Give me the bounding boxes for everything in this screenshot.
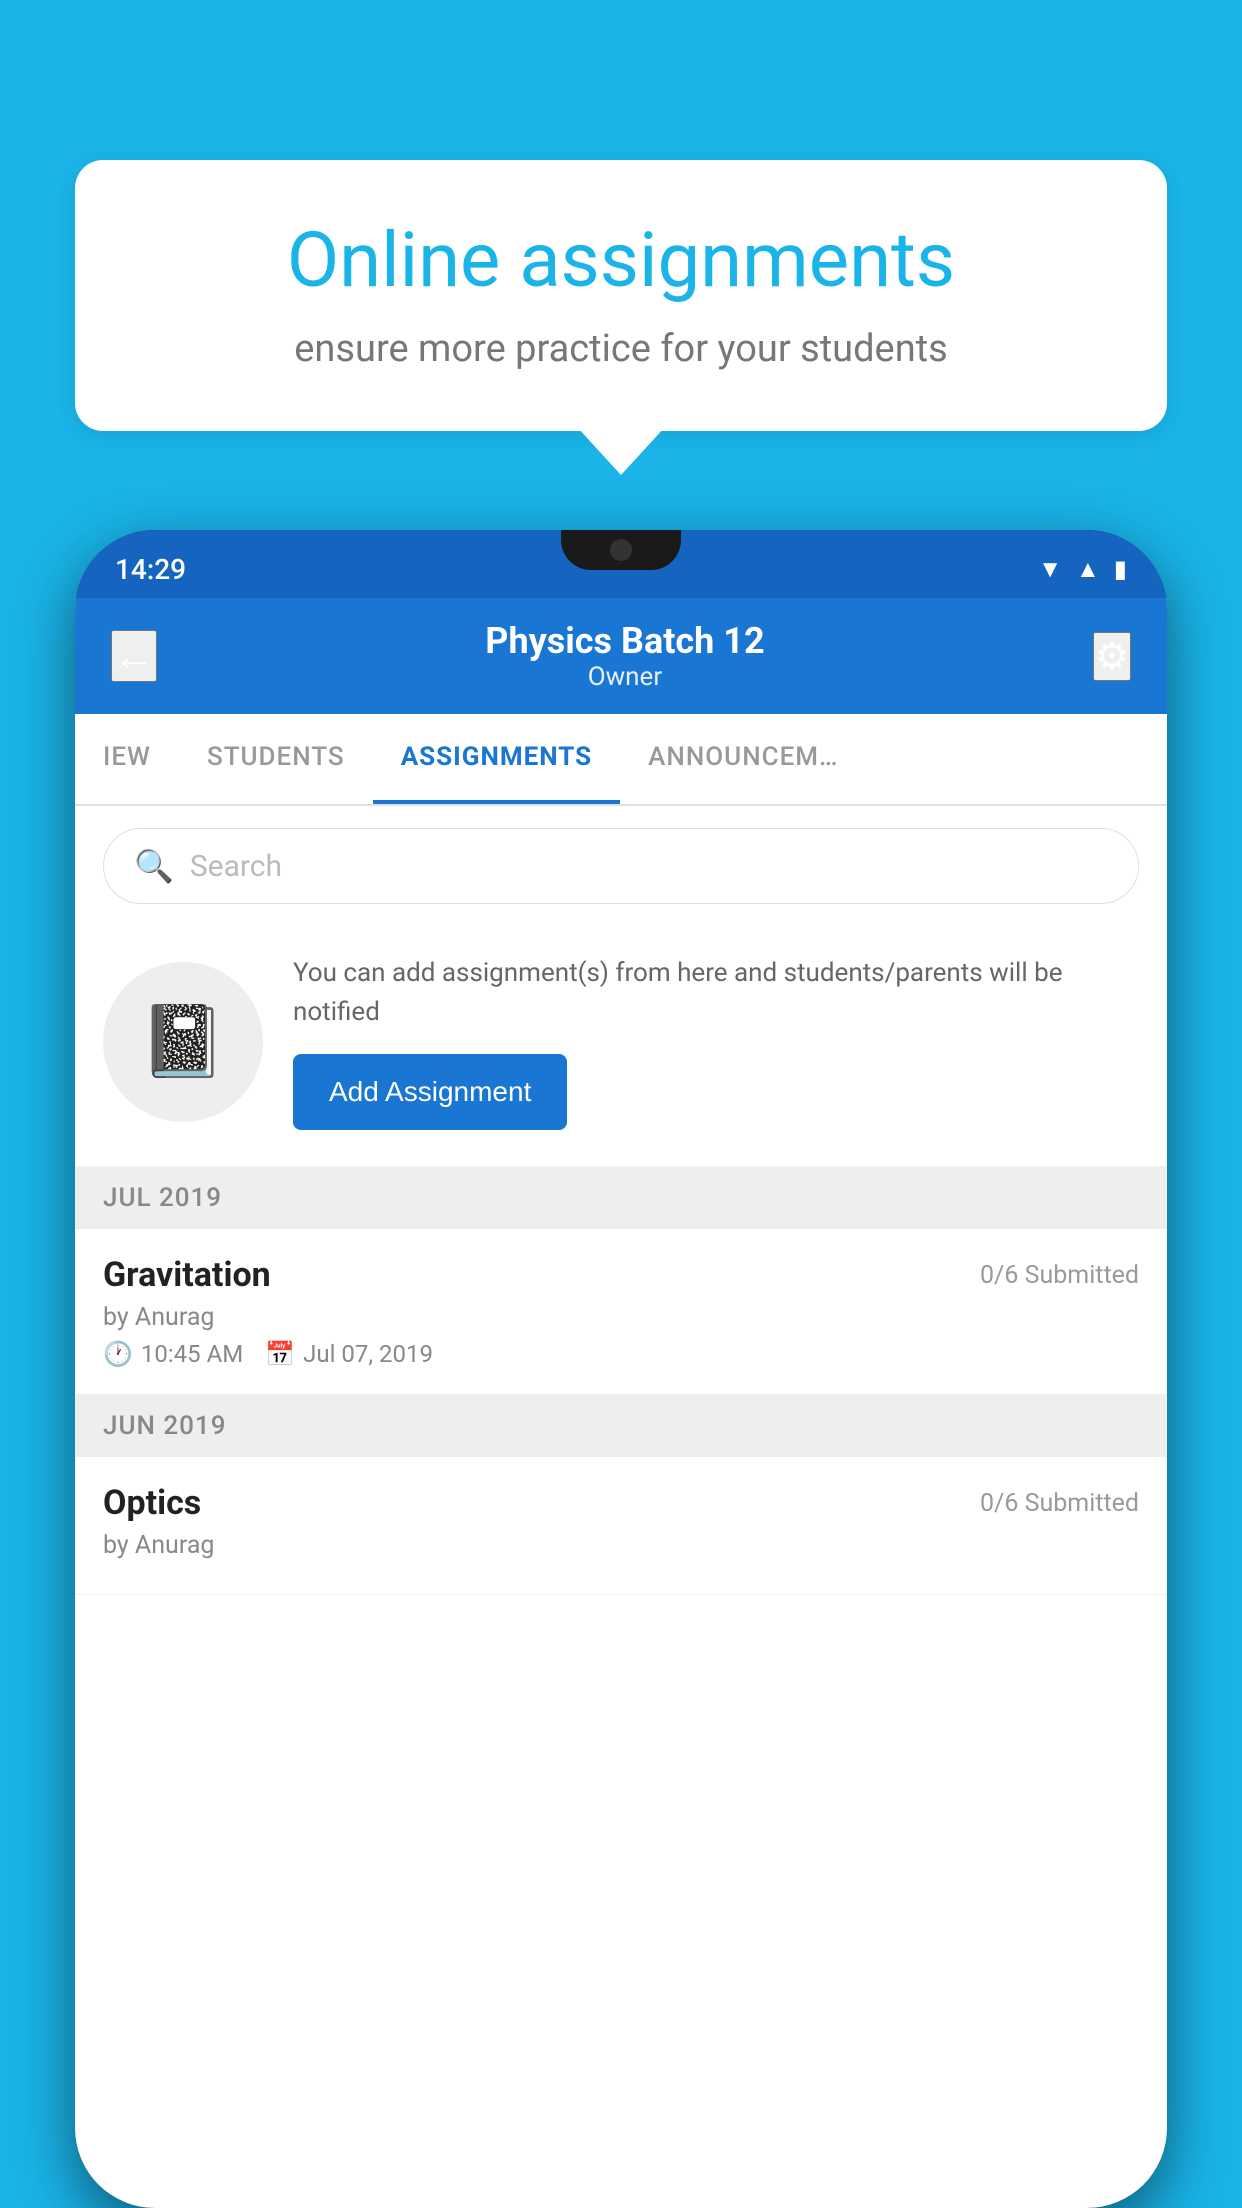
header-subtitle: Owner <box>485 662 764 692</box>
assignment-submitted: 0/6 Submitted <box>980 1261 1139 1290</box>
assignment-author: by Anurag <box>103 1303 1139 1332</box>
signal-icon: ▲ <box>1076 555 1100 584</box>
section-header-jul: JUL 2019 <box>75 1167 1167 1229</box>
add-assignment-section: 📓 You can add assignment(s) from here an… <box>75 926 1167 1167</box>
tab-announcements[interactable]: ANNOUNCEM… <box>620 714 866 804</box>
assignment-submitted-optics: 0/6 Submitted <box>980 1489 1139 1518</box>
time-entry: 🕐 10:45 AM <box>103 1340 243 1368</box>
clock-icon: 🕐 <box>103 1340 133 1368</box>
status-time: 14:29 <box>115 553 186 586</box>
bubble-title: Online assignments <box>135 215 1107 305</box>
bubble-subtitle: ensure more practice for your students <box>135 327 1107 371</box>
assignment-item-header-optics: Optics 0/6 Submitted <box>103 1483 1139 1523</box>
header-title: Physics Batch 12 <box>485 620 764 662</box>
app-header: ← Physics Batch 12 Owner ⚙ <box>75 598 1167 714</box>
phone-wrapper: 14:29 ▼ ▲ ▮ ← Physics Batch 12 Owner ⚙ I… <box>75 530 1167 2208</box>
search-placeholder: Search <box>190 849 282 884</box>
add-assignment-button[interactable]: Add Assignment <box>293 1054 567 1130</box>
assignment-item-time: 🕐 10:45 AM 📅 Jul 07, 2019 <box>103 1340 1139 1368</box>
camera-dot <box>610 539 632 561</box>
assignment-info: You can add assignment(s) from here and … <box>293 954 1139 1130</box>
tab-assignments[interactable]: ASSIGNMENTS <box>373 714 620 804</box>
tabs-container: IEW STUDENTS ASSIGNMENTS ANNOUNCEM… <box>75 714 1167 806</box>
date-entry: 📅 Jul 07, 2019 <box>265 1340 433 1368</box>
speech-bubble: Online assignments ensure more practice … <box>75 160 1167 431</box>
list-item[interactable]: Optics 0/6 Submitted by Anurag <box>75 1457 1167 1595</box>
notebook-icon: 📓 <box>139 1001 226 1083</box>
calendar-icon: 📅 <box>265 1340 295 1368</box>
tab-iew[interactable]: IEW <box>75 714 179 804</box>
wifi-icon: ▼ <box>1038 555 1062 584</box>
battery-icon: ▮ <box>1114 555 1127 583</box>
assignment-date: Jul 07, 2019 <box>303 1340 433 1368</box>
back-button[interactable]: ← <box>111 630 157 682</box>
assignment-icon-circle: 📓 <box>103 962 263 1122</box>
list-item[interactable]: Gravitation 0/6 Submitted by Anurag 🕐 10… <box>75 1229 1167 1395</box>
section-header-jun: JUN 2019 <box>75 1395 1167 1457</box>
status-icons: ▼ ▲ ▮ <box>1038 555 1127 584</box>
phone-notch <box>561 530 681 570</box>
speech-bubble-container: Online assignments ensure more practice … <box>75 160 1167 431</box>
search-bar[interactable]: 🔍 Search <box>103 828 1139 904</box>
app-screen: ← Physics Batch 12 Owner ⚙ IEW STUDENTS … <box>75 598 1167 2208</box>
phone-device: 14:29 ▼ ▲ ▮ ← Physics Batch 12 Owner ⚙ I… <box>75 530 1167 2208</box>
assignment-author-optics: by Anurag <box>103 1531 1139 1560</box>
header-center: Physics Batch 12 Owner <box>485 620 764 692</box>
settings-button[interactable]: ⚙ <box>1093 632 1131 681</box>
search-icon: 🔍 <box>134 847 174 885</box>
assignment-description: You can add assignment(s) from here and … <box>293 954 1139 1032</box>
tab-students[interactable]: STUDENTS <box>179 714 373 804</box>
search-container: 🔍 Search <box>75 806 1167 926</box>
assignment-time: 10:45 AM <box>141 1340 243 1368</box>
assignment-title-optics: Optics <box>103 1483 201 1523</box>
assignment-title: Gravitation <box>103 1255 271 1295</box>
assignment-item-header: Gravitation 0/6 Submitted <box>103 1255 1139 1295</box>
